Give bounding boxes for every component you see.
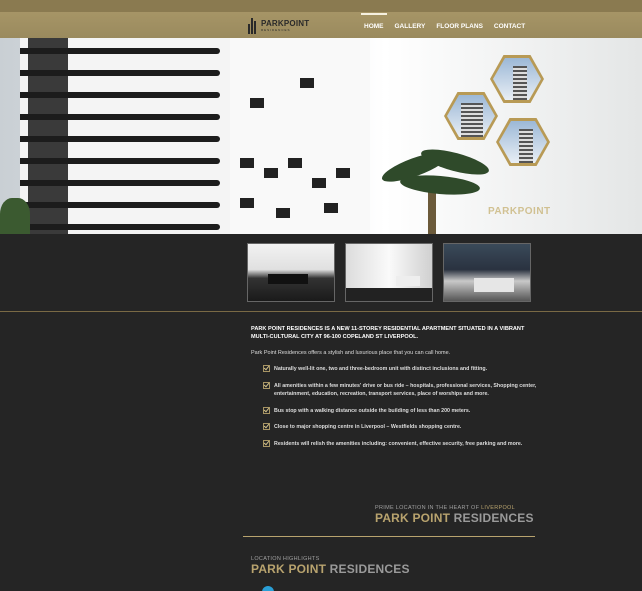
nav-home[interactable]: HOME	[361, 12, 386, 30]
hex-thumbnail-building[interactable]	[490, 55, 544, 103]
thumbnail-bedroom[interactable]	[443, 243, 531, 302]
checkbox-icon	[263, 406, 270, 414]
building-floor	[20, 114, 220, 120]
building-floor	[20, 202, 220, 208]
palm-leaf	[399, 172, 481, 198]
nav-floor-plans[interactable]: FLOOR PLANS	[436, 21, 483, 30]
feature-text: Close to major shopping centre in Liverp…	[274, 424, 462, 430]
highlights-title: PARK POINT RESIDENCES	[251, 562, 410, 576]
trees	[0, 198, 30, 234]
building-logo-icon	[248, 16, 258, 34]
section-divider	[0, 311, 642, 312]
hex-thumbnail-building[interactable]	[496, 118, 550, 166]
location-title: PARK POINT RESIDENCES	[375, 511, 534, 525]
hex-thumbnail-building[interactable]	[444, 92, 498, 140]
site-logo[interactable]: PARKPOINT RESIDENCES	[248, 16, 309, 34]
logo-subtext: RESIDENCES	[261, 27, 291, 32]
thumbnail-living[interactable]	[345, 243, 433, 302]
hero-building-right	[230, 38, 370, 234]
list-item: Close to major shopping centre in Liverp…	[263, 423, 541, 432]
feature-text: Naturally well-lit one, two and three-be…	[274, 366, 488, 372]
nav-contact[interactable]: CONTACT	[494, 21, 525, 30]
checkbox-icon	[263, 365, 270, 372]
logo-text: PARKPOINT	[261, 18, 310, 28]
main-nav: HOME GALLERY FLOOR PLANS CONTACT	[361, 12, 525, 38]
hero-brand-overlay: PARKPOINT	[488, 206, 551, 217]
building-floor	[20, 48, 220, 54]
nav-gallery[interactable]: GALLERY	[395, 21, 426, 30]
location-pin-icon	[262, 586, 274, 591]
feature-text: Residents will relish the amenities incl…	[274, 440, 523, 447]
list-item: Bus stop with a walking distance outside…	[263, 406, 541, 416]
feature-list: Naturally well-lit one, two and three-be…	[251, 365, 541, 448]
building-floor	[20, 158, 220, 164]
thumbnail-kitchen[interactable]	[247, 243, 335, 302]
feature-text: All amenities within a few minutes' driv…	[274, 382, 537, 398]
checkbox-icon	[263, 439, 270, 447]
hero-slider[interactable]: PARKPOINT 50 00	[0, 38, 642, 234]
building-floor	[20, 224, 220, 230]
list-item: Naturally well-lit one, two and three-be…	[263, 365, 541, 374]
intro-section: PARK POINT RESIDENCES IS A NEW 11-STOREY…	[251, 325, 541, 456]
list-item: Residents will relish the amenities incl…	[263, 439, 541, 449]
top-bar	[0, 0, 642, 12]
highlights-heading: LOCATION HIGHLIGHTS PARK POINT RESIDENCE…	[251, 556, 410, 576]
gallery-thumbnails	[247, 243, 531, 302]
site-header: PARKPOINT RESIDENCES HOME GALLERY FLOOR …	[0, 12, 642, 38]
checkbox-icon	[263, 423, 270, 430]
gold-divider	[243, 536, 535, 537]
building-floor	[20, 136, 220, 142]
feature-text: Bus stop with a walking distance outside…	[274, 407, 471, 414]
building-floor	[20, 180, 220, 186]
checkbox-icon	[263, 381, 270, 389]
intro-text: Park Point Residences offers a stylish a…	[251, 350, 451, 356]
list-item: All amenities within a few minutes' driv…	[263, 381, 541, 399]
location-heading: PRIME LOCATION IN THE HEART OF LIVERPOOL…	[375, 505, 534, 525]
building-floor	[20, 92, 220, 98]
building-floor	[20, 70, 220, 76]
intro-headline: PARK POINT RESIDENCES IS A NEW 11-STOREY…	[251, 326, 525, 340]
